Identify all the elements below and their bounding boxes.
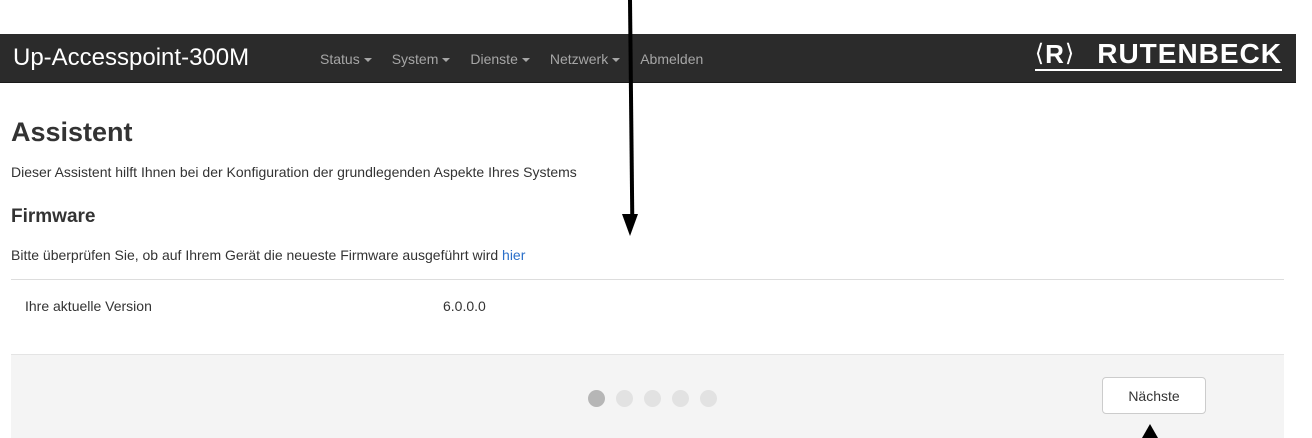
- section-title-firmware: Firmware: [11, 206, 96, 227]
- rutenbeck-logo: ⟨ R ⟩ RUTENBECK: [1034, 38, 1282, 71]
- firmware-hint: Bitte überprüfen Sie, ob auf Ihrem Gerät…: [11, 247, 525, 264]
- step-dot-4: [672, 390, 689, 407]
- step-dot-1: [588, 390, 605, 407]
- menu-item-abmelden[interactable]: Abmelden: [640, 50, 703, 68]
- navbar: Up-Accesspoint-300M Status System Dienst…: [0, 34, 1296, 83]
- divider: [11, 279, 1284, 280]
- version-label: Ihre aktuelle Version: [25, 298, 152, 314]
- menu-item-label: Dienste: [470, 51, 518, 67]
- menu-item-netzwerk[interactable]: Netzwerk: [549, 50, 621, 68]
- step-dot-3: [644, 390, 661, 407]
- step-dot-5: [700, 390, 717, 407]
- firmware-check-link[interactable]: hier: [502, 247, 525, 263]
- main-menu: Status System Dienste Netzwerk Abmelden: [320, 50, 703, 68]
- menu-item-label: Netzwerk: [549, 51, 609, 67]
- caret-down-icon: [612, 58, 621, 63]
- logo-mark-icon: ⟨ R ⟩: [1034, 39, 1076, 69]
- version-value: 6.0.0.0: [443, 298, 486, 314]
- menu-item-label: System: [391, 51, 439, 67]
- page-subtitle: Dieser Assistent hilft Ihnen bei der Kon…: [11, 164, 577, 180]
- menu-item-system[interactable]: System: [392, 50, 451, 68]
- step-dot-2: [616, 390, 633, 407]
- page-title: Assistent: [11, 117, 133, 147]
- step-indicator: [588, 390, 717, 407]
- menu-item-status[interactable]: Status: [320, 50, 372, 68]
- caret-down-icon: [363, 58, 372, 63]
- next-button[interactable]: Nächste: [1102, 377, 1206, 414]
- caret-down-icon: [442, 58, 451, 63]
- wizard-footer: Nächste: [11, 354, 1284, 438]
- logo-text: RUTENBECK: [1097, 38, 1282, 69]
- brand-title[interactable]: Up-Accesspoint-300M: [13, 44, 249, 72]
- menu-item-label: Abmelden: [640, 51, 704, 67]
- firmware-hint-text: Bitte überprüfen Sie, ob auf Ihrem Gerät…: [11, 247, 503, 263]
- menu-item-label: Status: [320, 51, 360, 67]
- caret-down-icon: [521, 58, 530, 63]
- menu-item-dienste[interactable]: Dienste: [470, 50, 530, 68]
